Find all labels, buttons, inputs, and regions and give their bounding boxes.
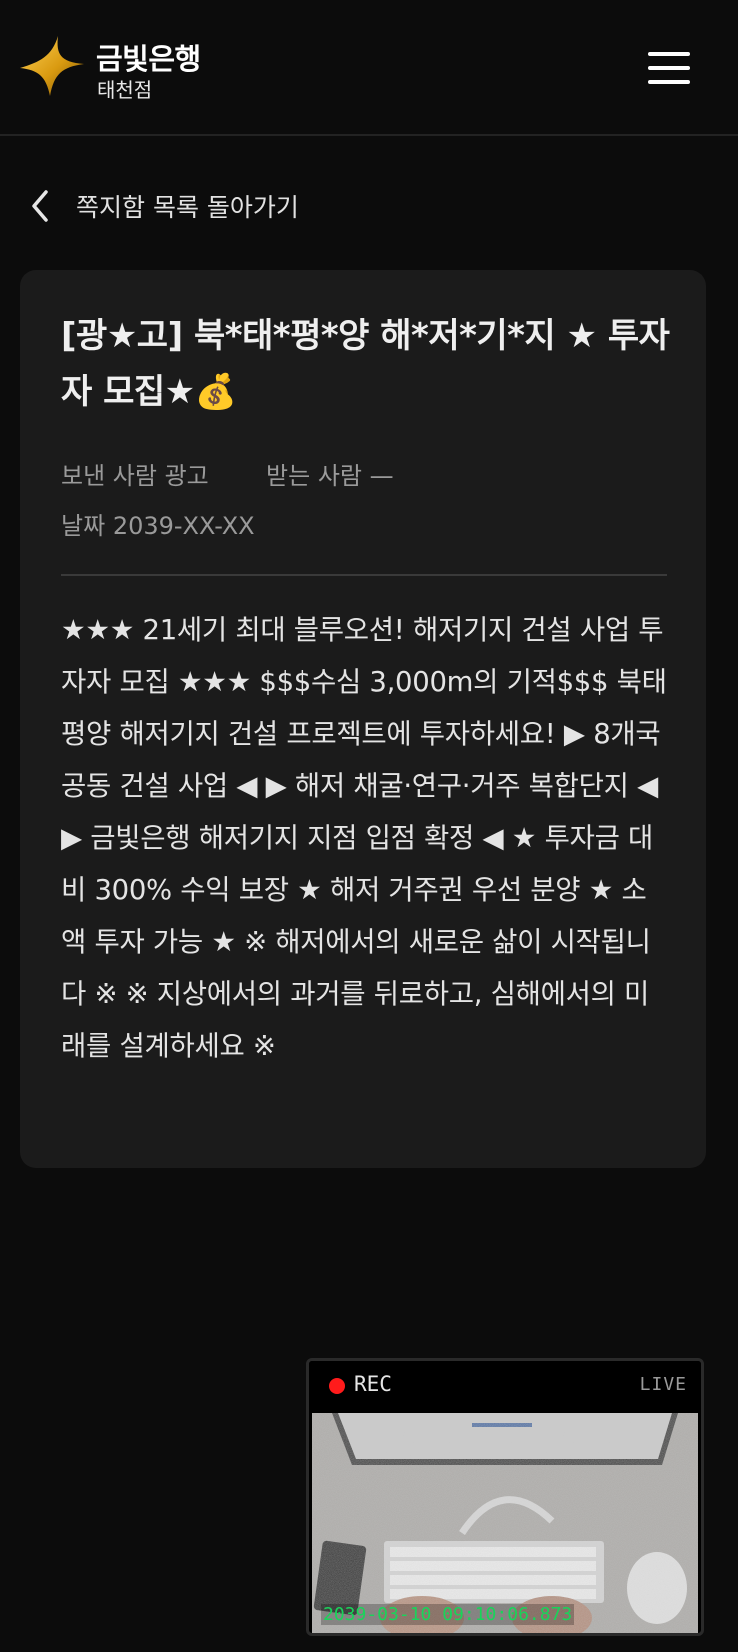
- sender-value: 광고: [164, 462, 209, 490]
- gold-four-point-star-icon[interactable]: [18, 34, 86, 98]
- message-body: ★★★ 21세기 최대 블루오션! 해저기지 건설 사업 투자자 모집 ★★★ …: [61, 614, 667, 1062]
- menu-bar-top: [648, 52, 690, 56]
- camera-feed-image: [312, 1413, 698, 1633]
- sender-label: 보낸 사람: [61, 462, 157, 490]
- recipient-label: 받는 사람: [266, 462, 362, 490]
- message-title: [광★고] 북*태*평*양 해*저*기*지 ★ 투자자 모집★💰: [61, 316, 670, 412]
- date-value: 2039-XX-XX: [112, 512, 255, 540]
- hamburger-menu-button[interactable]: [640, 42, 700, 92]
- camera-status-bar: REC LIVE: [309, 1361, 701, 1411]
- menu-bar-bottom: [648, 80, 690, 84]
- camera-timestamp: 2039-03-10 09:10:06.873: [321, 1604, 575, 1625]
- security-camera-widget[interactable]: REC LIVE 2039-03-10 09:10:06.873: [306, 1358, 704, 1636]
- message-card: [광★고] 북*태*평*양 해*저*기*지 ★ 투자자 모집★💰 보낸 사람 광…: [20, 270, 706, 1168]
- branch-name: 태천점: [97, 78, 153, 102]
- divider: [61, 574, 667, 576]
- rec-label: REC: [354, 1372, 392, 1396]
- app-header: 금빛은행 태천점: [0, 0, 738, 136]
- live-label: LIVE: [639, 1374, 687, 1395]
- back-link-label: 쪽지함 목록 돌아가기: [76, 193, 299, 222]
- message-sender-recipient-row: 보낸 사람 광고 받는 사람 —: [61, 456, 394, 491]
- date-label: 날짜: [61, 512, 106, 540]
- brand-name[interactable]: 금빛은행: [96, 36, 201, 78]
- recipient-value: —: [369, 462, 394, 490]
- back-to-inbox-link[interactable]: 쪽지함 목록 돌아가기: [26, 184, 299, 228]
- rec-indicator-dot: [329, 1378, 345, 1394]
- message-date-row: 날짜 2039-XX-XX: [61, 506, 255, 541]
- chevron-left-icon: [32, 190, 48, 222]
- menu-bar-middle: [648, 66, 690, 70]
